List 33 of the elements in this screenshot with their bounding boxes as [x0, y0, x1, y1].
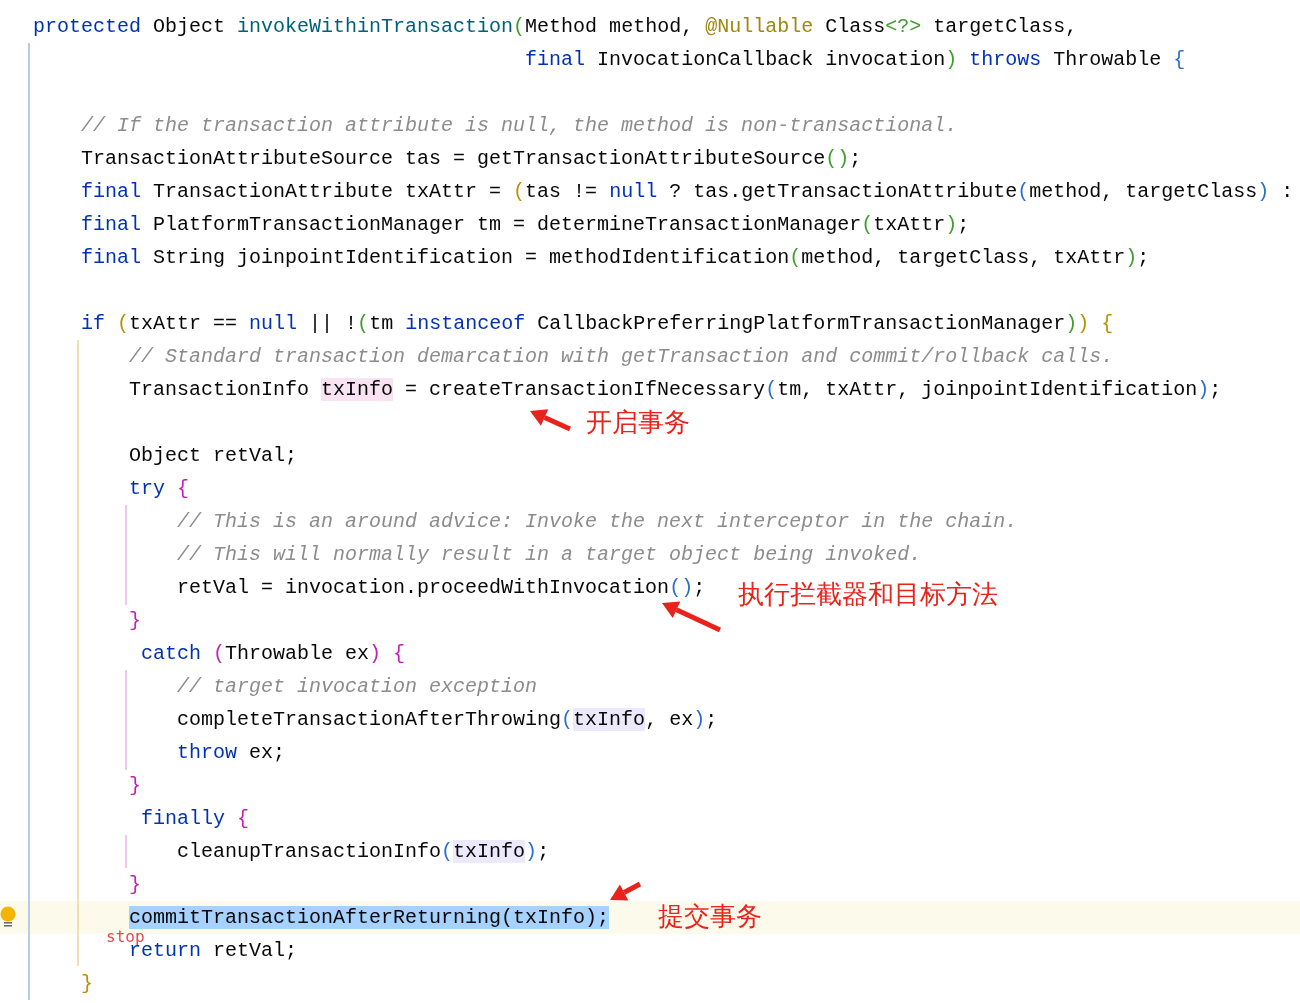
annotation-text: 执行拦截器和目标方法	[738, 578, 998, 610]
code-line: catch (Throwable ex) {	[141, 641, 406, 667]
code-line: // This is an around advice: Invoke the next interceptor in the chain.	[177, 509, 1018, 535]
code-line: TransactionInfo txInfo = createTransactionIfNecessary(tm, txAttr, joinpointIdentification);	[129, 377, 1222, 403]
code-line: try {	[129, 476, 190, 502]
code-line: final TransactionAttribute txAttr = (tas != null ? tas.getTransactionAttribute(method, targetClass) :	[81, 179, 1294, 205]
code-line: protected Object invokeWithinTransaction(Method method, @Nullable Class<?> targetClass,	[33, 14, 1078, 40]
code-line: cleanupTransactionInfo(txInfo);	[177, 839, 550, 865]
code-line: TransactionAttributeSource tas = getTransactionAttributeSource();	[81, 146, 862, 172]
code-line: throw ex;	[177, 740, 286, 766]
code-line: final String joinpointIdentification = methodIdentification(method, targetClass, txAttr);	[81, 245, 1150, 271]
annotation-arrow	[530, 409, 572, 432]
annotation-arrow	[610, 881, 642, 901]
code-line: // target invocation exception	[177, 674, 538, 700]
code-line: }	[129, 872, 142, 898]
code-line: // This will normally result in a target object being invoked.	[177, 542, 922, 568]
code-line: final PlatformTransactionManager tm = determineTransactionManager(txAttr);	[81, 212, 970, 238]
code-line: }	[81, 971, 94, 997]
annotation-text: 提交事务	[658, 900, 762, 932]
lightbulb-icon[interactable]	[0, 905, 16, 930]
code-line: // Standard transaction demarcation with getTransaction and commit/rollback calls.	[129, 344, 1114, 370]
code-line: Object retVal;	[129, 443, 298, 469]
annotation-text: 开启事务	[586, 406, 690, 438]
stop-label: stop	[106, 927, 145, 946]
code-line: if (txAttr == null || !(tm instanceof CallbackPreferringPlatformTransactionManager)) {	[81, 311, 1114, 337]
code-line: // If the transaction attribute is null, the method is non-transactional.	[81, 113, 958, 139]
code-line: }	[129, 773, 142, 799]
code-line: retVal = invocation.proceedWithInvocation();	[177, 575, 706, 601]
annotation-arrow	[662, 601, 722, 633]
code-line: finally {	[141, 806, 250, 832]
code-line: final InvocationCallback invocation) throws Throwable {	[525, 47, 1186, 73]
code-line: completeTransactionAfterThrowing(txInfo, ex);	[177, 707, 718, 733]
code-line: }	[129, 608, 142, 634]
